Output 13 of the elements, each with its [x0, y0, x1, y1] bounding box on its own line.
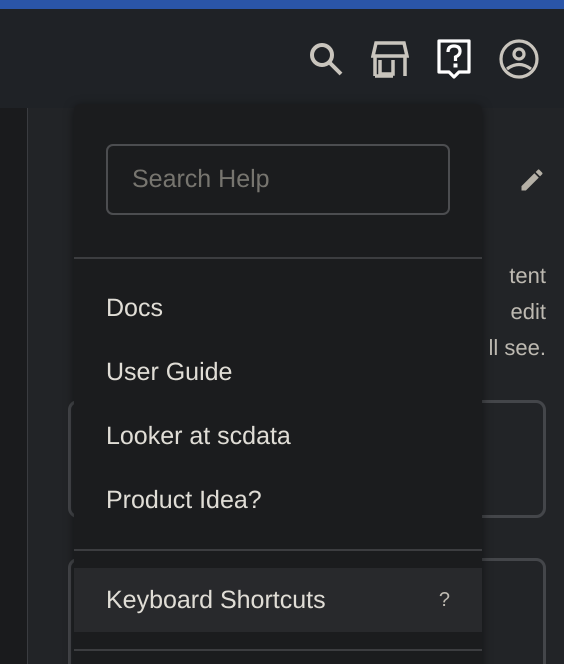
store-icon[interactable]	[371, 40, 409, 78]
menu-item[interactable]: Docs	[74, 276, 482, 340]
description-text: ll see.	[488, 334, 546, 362]
help-icon[interactable]	[436, 38, 472, 78]
menu-item[interactable]: Looker at scdata	[74, 404, 482, 468]
account-icon[interactable]	[499, 38, 539, 78]
description-text: tent	[509, 262, 546, 290]
search-field[interactable]: Search Help	[106, 144, 450, 215]
search-icon[interactable]	[308, 40, 344, 76]
description-text: edit	[510, 298, 546, 326]
menu-item[interactable]: User Guide	[74, 340, 482, 404]
menu-item[interactable]: Product Idea?	[74, 468, 482, 532]
menu-item[interactable]: Keyboard Shortcuts ?	[74, 568, 482, 632]
